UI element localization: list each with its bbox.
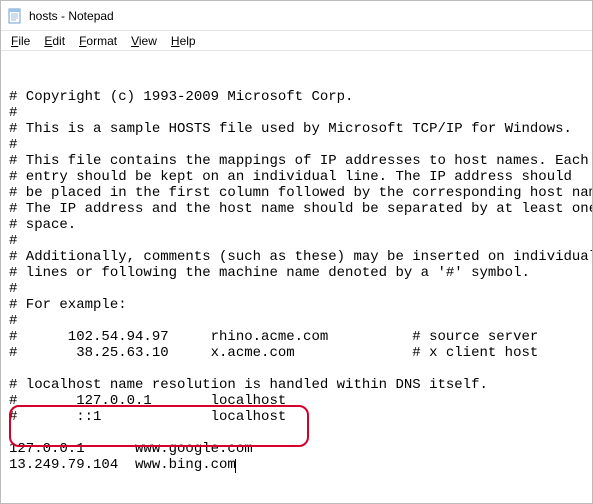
menu-help[interactable]: Help (165, 33, 202, 49)
menu-file[interactable]: File (5, 33, 36, 49)
menubar: File Edit Format View Help (1, 31, 592, 51)
titlebar[interactable]: hosts - Notepad (1, 1, 592, 31)
text-editor[interactable]: # Copyright (c) 1993-2009 Microsoft Corp… (1, 51, 592, 503)
window-title: hosts - Notepad (29, 9, 114, 23)
menu-format[interactable]: Format (73, 33, 123, 49)
text-cursor (235, 459, 236, 473)
editor-content[interactable]: # Copyright (c) 1993-2009 Microsoft Corp… (3, 85, 590, 477)
menu-edit[interactable]: Edit (38, 33, 71, 49)
menu-view[interactable]: View (125, 33, 163, 49)
notepad-icon (7, 8, 23, 24)
